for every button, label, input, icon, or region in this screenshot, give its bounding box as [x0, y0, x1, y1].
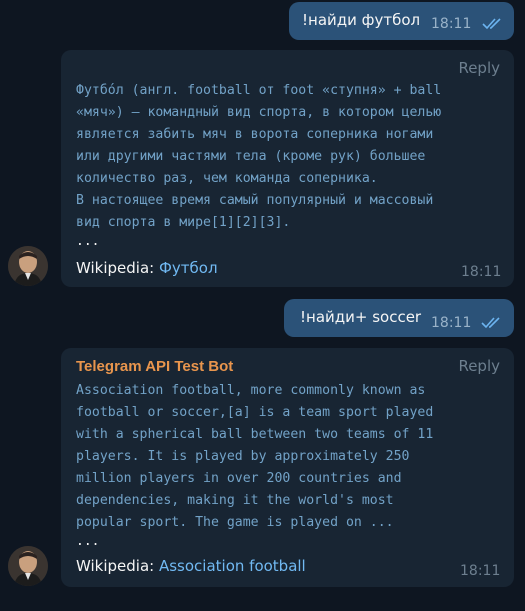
message-line: million players in over 200 countries an… [76, 471, 402, 486]
source-prefix: Wikipedia: [76, 557, 159, 575]
message-line: В настоящее время самый популярный и мас… [76, 193, 434, 208]
bot-avatar-image [8, 546, 48, 586]
incoming-message[interactable]: Telegram API Test Bot Reply Association … [61, 348, 514, 587]
message-line: «мяч») — командный вид спорта, в котором… [76, 105, 442, 120]
message-line: players. It is played by approximately 2… [76, 449, 410, 464]
source-line: Wikipedia: Association football [76, 557, 306, 575]
source-prefix: Wikipedia: [76, 259, 159, 277]
message-line: with a spherical ball between two teams … [76, 427, 434, 442]
outgoing-message[interactable]: !найди футбол 18:11 [289, 2, 514, 40]
wikipedia-link[interactable]: Футбол [159, 259, 218, 277]
reply-button[interactable]: Reply [458, 59, 500, 77]
message-line: или другими частями тела (кроме рук) бол… [76, 149, 426, 164]
incoming-message[interactable]: Reply Футбо́л (англ. football от foot «с… [61, 50, 514, 287]
message-text: !найди+ soccer [300, 308, 422, 326]
message-line: Association football, more commonly know… [76, 383, 426, 398]
message-time: 18:11 [461, 264, 502, 280]
message-time: 18:11 [431, 315, 472, 331]
message-text: !найди футбол [302, 11, 421, 29]
message-time: 18:11 [460, 563, 501, 579]
source-line: Wikipedia: Футбол [76, 259, 218, 277]
message-line: является забить мяч в ворота соперника н… [76, 127, 434, 142]
read-checkmarks-icon [481, 317, 500, 329]
sender-name[interactable]: Telegram API Test Bot [76, 358, 233, 375]
message-line: вид спорта в мире[1][2][3]. [76, 215, 291, 230]
ellipsis: ... [76, 234, 100, 249]
bot-avatar[interactable] [8, 246, 48, 286]
message-line: football or soccer,[a] is a team sport p… [76, 405, 434, 420]
bot-avatar-image [8, 246, 48, 286]
message-line: popular sport. The game is played on ... [76, 515, 394, 530]
message-line: Футбо́л (англ. football от foot «ступня»… [76, 83, 442, 98]
message-time: 18:11 [431, 16, 472, 32]
message-line: dependencies, making it the world's most [76, 493, 394, 508]
outgoing-message[interactable]: !найди+ soccer 18:11 [284, 299, 514, 337]
message-line: количество раз, чем команда соперника. [76, 171, 378, 186]
bot-avatar[interactable] [8, 546, 48, 586]
wikipedia-link[interactable]: Association football [159, 557, 306, 575]
reply-button[interactable]: Reply [458, 357, 500, 375]
ellipsis: ... [76, 534, 100, 549]
read-checkmarks-icon [482, 18, 501, 30]
